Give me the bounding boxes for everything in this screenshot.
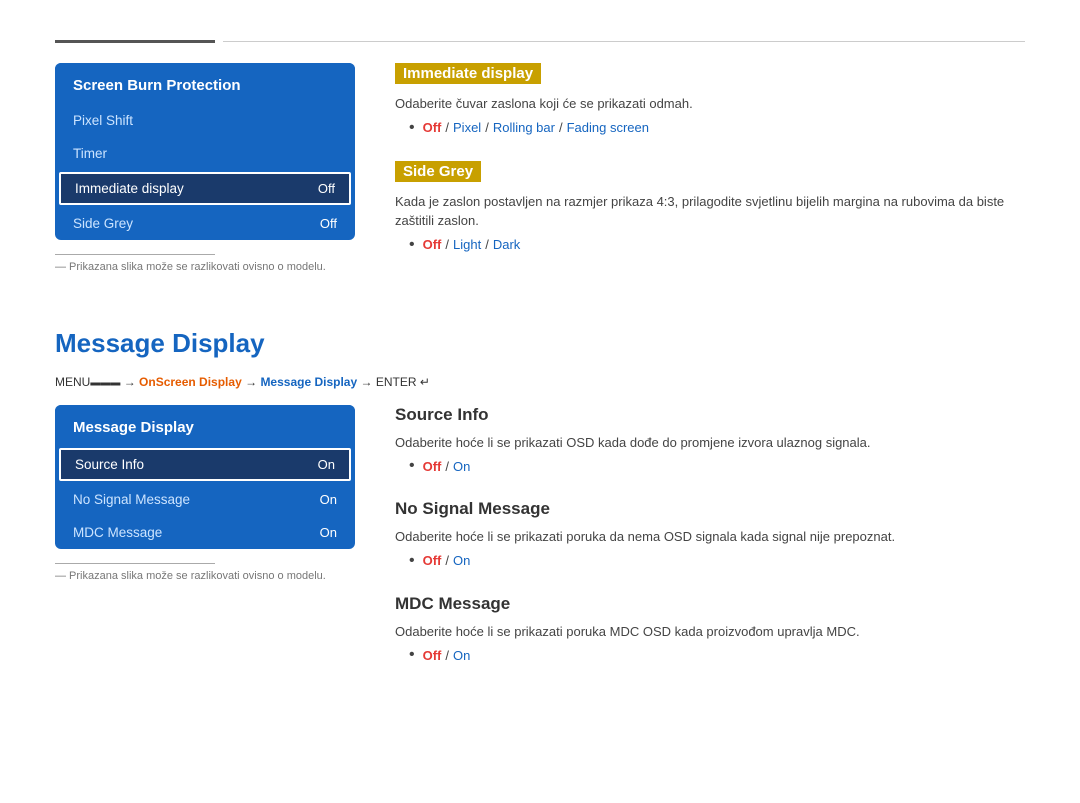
note-text-2: ― Prikazana slika može se razlikovati ov… bbox=[55, 570, 355, 582]
immediate-display-options: • Off / Pixel / Rolling bar / Fading scr… bbox=[409, 119, 1025, 137]
side-grey-block: Side Grey Kada je zaslon postavljen na r… bbox=[395, 161, 1025, 254]
opt-sep: / bbox=[445, 120, 449, 135]
source-info-options: • Off / On bbox=[409, 457, 1025, 475]
opt-sep: / bbox=[559, 120, 563, 135]
side-grey-options: • Off / Light / Dark bbox=[409, 236, 1025, 254]
menu-item-immediate-display[interactable]: Immediate display Off bbox=[59, 172, 351, 205]
menu-item-value: On bbox=[320, 525, 337, 540]
immediate-display-block: Immediate display Odaberite čuvar zaslon… bbox=[395, 63, 1025, 137]
breadcrumb: MENU▬▬▬ → OnScreen Display → Message Dis… bbox=[55, 375, 1025, 389]
opt-on: On bbox=[453, 459, 470, 474]
divider-light bbox=[223, 41, 1025, 42]
menu-item-label: Immediate display bbox=[75, 181, 184, 196]
bc-arrow3: → ENTER bbox=[361, 375, 417, 389]
opt-sep: / bbox=[445, 553, 449, 568]
menu-item-value: On bbox=[320, 492, 337, 507]
bullet-dot: • bbox=[409, 552, 415, 570]
opt-off: Off bbox=[423, 120, 442, 135]
bullet-dot: • bbox=[409, 646, 415, 664]
menu-item-no-signal[interactable]: No Signal Message On bbox=[55, 483, 355, 516]
opt-on: On bbox=[453, 648, 470, 663]
opt-sep: / bbox=[445, 237, 449, 252]
opt-sep: / bbox=[445, 648, 449, 663]
bc-menu: MENU bbox=[55, 375, 90, 389]
menu-item-timer[interactable]: Timer bbox=[55, 137, 355, 170]
no-signal-title: No Signal Message bbox=[395, 499, 1025, 519]
menu-item-label: Timer bbox=[73, 146, 107, 161]
mdc-message-options: • Off / On bbox=[409, 646, 1025, 664]
menu-item-side-grey[interactable]: Side Grey Off bbox=[55, 207, 355, 240]
opt-dark: Dark bbox=[493, 237, 520, 252]
opt-sep: / bbox=[485, 237, 489, 252]
menu-item-label: Pixel Shift bbox=[73, 113, 133, 128]
section1-right: Immediate display Odaberite čuvar zaslon… bbox=[395, 63, 1025, 278]
opt-off: Off bbox=[423, 237, 442, 252]
mdc-message-title: MDC Message bbox=[395, 594, 1025, 614]
no-signal-options: • Off / On bbox=[409, 552, 1025, 570]
screen-burn-menu: Screen Burn Protection Pixel Shift Timer… bbox=[55, 63, 355, 240]
menu-item-label: No Signal Message bbox=[73, 492, 190, 507]
menu-item-value: Off bbox=[320, 216, 337, 231]
opt-pixel: Pixel bbox=[453, 120, 481, 135]
note-divider-2 bbox=[55, 563, 215, 564]
menu-item-source-info[interactable]: Source Info On bbox=[59, 448, 351, 481]
section2-right: Source Info Odaberite hoće li se prikaza… bbox=[395, 405, 1025, 689]
no-signal-block: No Signal Message Odaberite hoće li se p… bbox=[395, 499, 1025, 570]
section1-left: Screen Burn Protection Pixel Shift Timer… bbox=[55, 63, 355, 278]
source-info-title: Source Info bbox=[395, 405, 1025, 425]
source-info-desc: Odaberite hoće li se prikazati OSD kada … bbox=[395, 433, 1025, 453]
source-info-block: Source Info Odaberite hoće li se prikaza… bbox=[395, 405, 1025, 476]
section2-left: Message Display Source Info On No Signal… bbox=[55, 405, 355, 689]
divider-dark bbox=[55, 40, 215, 43]
no-signal-desc: Odaberite hoće li se prikazati poruka da… bbox=[395, 527, 1025, 547]
bc-enter-icon: ↵ bbox=[420, 375, 430, 389]
note-divider-1 bbox=[55, 254, 215, 255]
section2-header: Message Display MENU▬▬▬ → OnScreen Displ… bbox=[55, 328, 1025, 389]
section1-layout: Screen Burn Protection Pixel Shift Timer… bbox=[55, 63, 1025, 278]
opt-sep: / bbox=[485, 120, 489, 135]
bullet-dot: • bbox=[409, 119, 415, 137]
immediate-display-desc: Odaberite čuvar zaslona koji će se prika… bbox=[395, 94, 1025, 114]
opt-light: Light bbox=[453, 237, 481, 252]
opt-sep: / bbox=[445, 459, 449, 474]
opt-off: Off bbox=[423, 459, 442, 474]
bc-message-display: Message Display bbox=[260, 375, 357, 389]
bullet-dot: • bbox=[409, 457, 415, 475]
opt-off: Off bbox=[423, 553, 442, 568]
opt-rolling-bar: Rolling bar bbox=[493, 120, 555, 135]
screen-burn-title: Screen Burn Protection bbox=[55, 63, 355, 104]
menu-item-value: On bbox=[318, 457, 335, 472]
mdc-message-block: MDC Message Odaberite hoće li se prikaza… bbox=[395, 594, 1025, 665]
note-text-1: ― Prikazana slika može se razlikovati ov… bbox=[55, 261, 355, 273]
opt-fading-screen: Fading screen bbox=[567, 120, 649, 135]
top-divider bbox=[55, 40, 1025, 43]
menu-item-mdc-message[interactable]: MDC Message On bbox=[55, 516, 355, 549]
immediate-display-title: Immediate display bbox=[395, 63, 541, 84]
message-display-menu-title: Message Display bbox=[55, 405, 355, 446]
menu-item-value: Off bbox=[318, 181, 335, 196]
bc-icon: ▬▬▬ bbox=[90, 377, 120, 388]
side-grey-desc: Kada je zaslon postavljen na razmjer pri… bbox=[395, 192, 1025, 231]
mdc-message-desc: Odaberite hoće li se prikazati poruka MD… bbox=[395, 622, 1025, 642]
menu-item-label: Source Info bbox=[75, 457, 144, 472]
bc-arrow2: → bbox=[245, 375, 260, 389]
section2-layout: Message Display Source Info On No Signal… bbox=[55, 405, 1025, 689]
message-display-page-title: Message Display bbox=[55, 328, 1025, 359]
message-display-menu: Message Display Source Info On No Signal… bbox=[55, 405, 355, 549]
side-grey-title: Side Grey bbox=[395, 161, 481, 182]
menu-item-label: Side Grey bbox=[73, 216, 133, 231]
opt-off: Off bbox=[423, 648, 442, 663]
menu-item-pixel-shift[interactable]: Pixel Shift bbox=[55, 104, 355, 137]
menu-item-label: MDC Message bbox=[73, 525, 162, 540]
bullet-dot: • bbox=[409, 236, 415, 254]
opt-on: On bbox=[453, 553, 470, 568]
section2: Message Display MENU▬▬▬ → OnScreen Displ… bbox=[0, 328, 1080, 689]
bc-onscreen: OnScreen Display bbox=[139, 375, 242, 389]
bc-arrow1: → bbox=[124, 375, 139, 389]
